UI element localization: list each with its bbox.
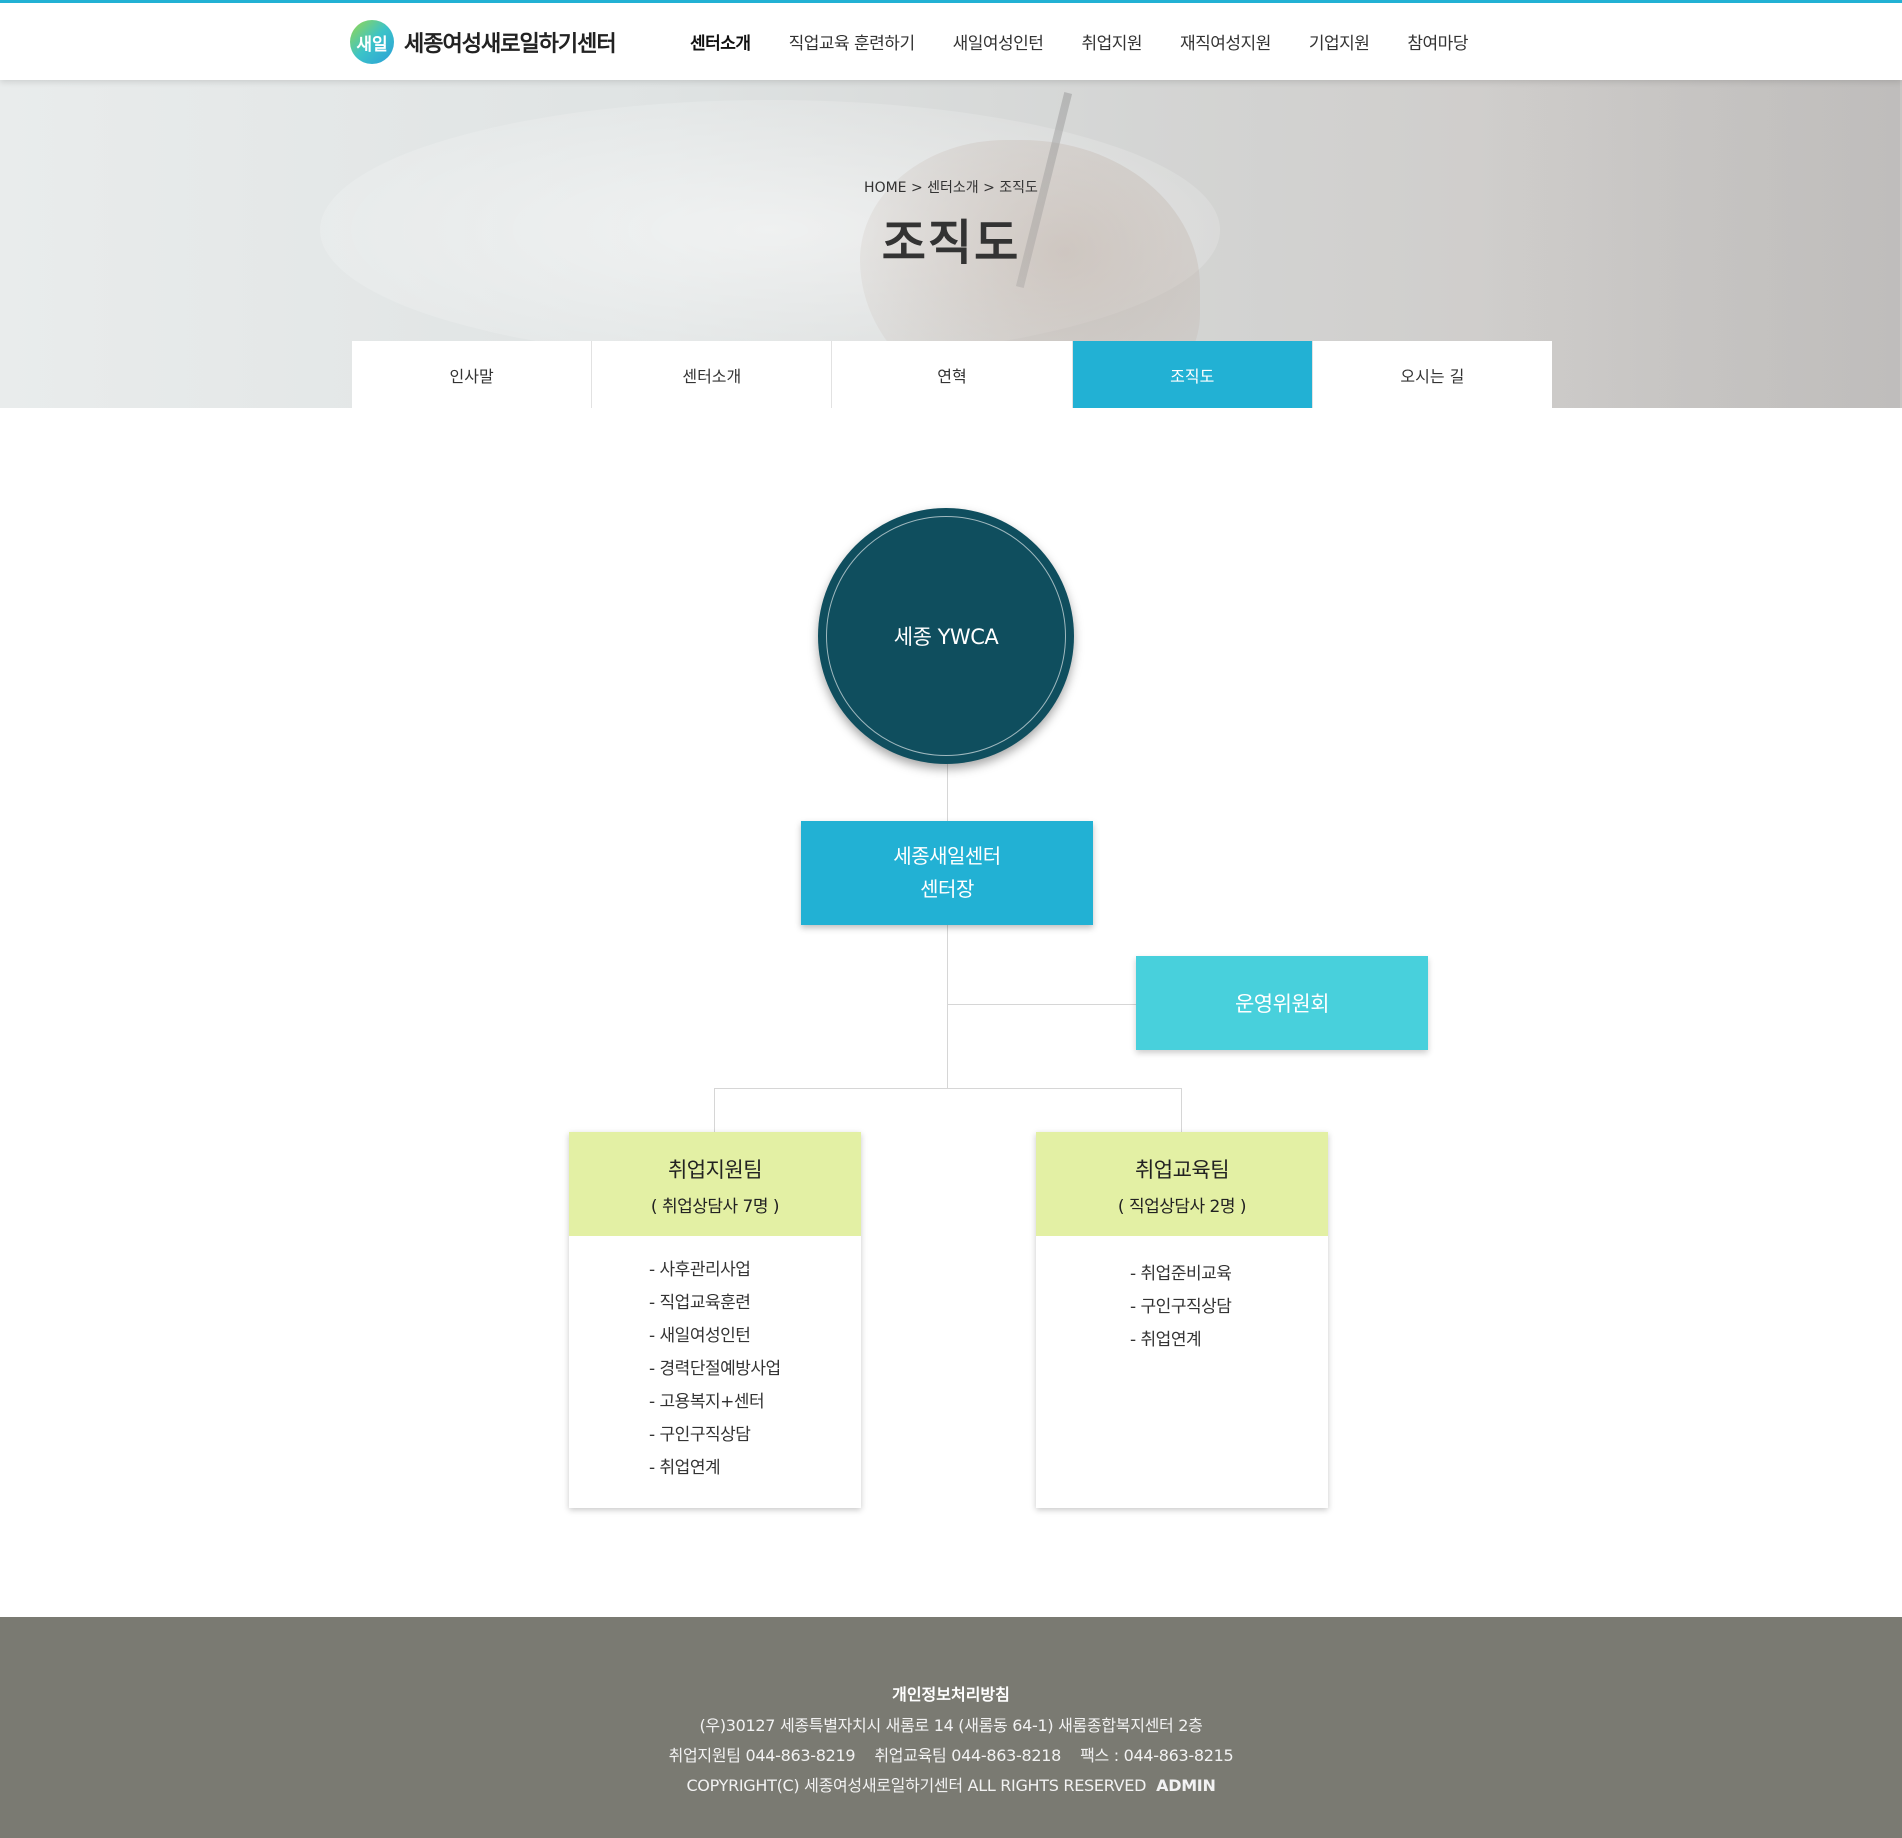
logo-text: 세종여성새로일하기센터 [404,32,617,57]
team-duty-list: - 취업준비교육 - 구인구직상담 - 취업연계 [1036,1236,1328,1357]
connector-director-trunk [947,925,948,1089]
list-item: - 경력단절예방사업 [649,1359,781,1379]
org-node-director: 세종새일센터 센터장 [801,821,1093,925]
org-node-committee: 운영위원회 [1136,956,1428,1050]
team-name: 취업지원팀 [667,1158,763,1182]
footer-address: (우)30127 세종특별자치시 새롬로 14 (새롬동 64-1) 새롬종합복… [699,1716,1203,1735]
connector-team-branch [714,1088,1182,1089]
connector-to-team-2 [1181,1088,1182,1132]
nav-item-employment-support[interactable]: 취업지원 [1081,29,1142,54]
footer-copyright: COPYRIGHT(C) 세종여성새로일하기센터 ALL RIGHTS RESE… [686,1776,1147,1795]
list-item: - 취업준비교육 [1130,1264,1232,1284]
org-node-ywca-label: 세종 YWCA [893,625,999,649]
site-header: 새일 세종여성새로일하기센터 센터소개 직업교육 훈련하기 새일여성인턴 취업지… [0,0,1902,80]
connector-to-committee [947,1004,1136,1005]
org-node-director-line1: 세종새일센터 [893,844,1001,868]
tab-history[interactable]: 연혁 [832,341,1073,408]
main-nav: 센터소개 직업교육 훈련하기 새일여성인턴 취업지원 재직여성지원 기업지원 참… [690,29,1506,54]
nav-item-community[interactable]: 참여마당 [1407,29,1468,54]
tab-org-chart[interactable]: 조직도 [1072,341,1313,408]
team-name: 취업교육팀 [1134,1158,1230,1182]
team-header: 취업지원팀 ( 취업상담사 7명 ) [569,1132,861,1236]
nav-item-company-support[interactable]: 기업지원 [1309,29,1370,54]
nav-item-job-training[interactable]: 직업교육 훈련하기 [789,29,916,54]
site-logo[interactable]: 새일 세종여성새로일하기센터 [350,20,617,64]
sub-tabs: 인사말 센터소개 연혁 조직도 오시는 길 [352,341,1553,408]
list-item: - 고용복지+센터 [649,1392,765,1412]
list-item: - 사후관리사업 [649,1260,751,1280]
list-item: - 취업연계 [1130,1330,1202,1350]
team-duty-list: - 사후관리사업 - 직업교육훈련 - 새일여성인턴 - 경력단절예방사업 - … [569,1236,861,1485]
breadcrumb: HOME > 센터소개 > 조직도 [864,180,1038,196]
org-node-employment-support-team: 취업지원팀 ( 취업상담사 7명 ) - 사후관리사업 - 직업교육훈련 - 새… [569,1132,861,1508]
connector-to-team-1 [714,1088,715,1132]
privacy-policy-link[interactable]: 개인정보처리방침 [0,1681,1902,1705]
site-footer: 개인정보처리방침 (우)30127 세종특별자치시 새롬로 14 (새롬동 64… [0,1617,1902,1838]
tab-greeting[interactable]: 인사말 [352,341,593,408]
logo-mark: 새일 [350,20,394,64]
footer-copyright-row: COPYRIGHT(C) 세종여성새로일하기센터 ALL RIGHTS RESE… [0,1772,1902,1796]
list-item: - 구인구직상담 [649,1425,751,1445]
nav-item-intern[interactable]: 새일여성인턴 [953,29,1044,54]
list-item: - 새일여성인턴 [649,1326,751,1346]
admin-link[interactable]: ADMIN [1156,1776,1216,1795]
org-node-employment-education-team: 취업교육팀 ( 직업상담사 2명 ) - 취업준비교육 - 구인구직상담 - 취… [1036,1132,1328,1508]
team-staff-count: ( 직업상담사 2명 ) [1117,1197,1247,1217]
tab-center-intro[interactable]: 센터소개 [592,341,833,408]
list-item: - 취업연계 [649,1458,721,1478]
team-staff-count: ( 취업상담사 7명 ) [650,1197,780,1217]
page-title: 조직도 [881,215,1021,271]
list-item: - 직업교육훈련 [649,1293,751,1313]
connector-top-to-director [947,764,948,821]
list-item: - 구인구직상담 [1130,1297,1232,1317]
nav-item-center-intro[interactable]: 센터소개 [690,29,751,54]
org-node-director-line2: 센터장 [920,877,974,901]
tab-directions[interactable]: 오시는 길 [1312,341,1553,408]
team-header: 취업교육팀 ( 직업상담사 2명 ) [1036,1132,1328,1236]
org-node-ywca: 세종 YWCA [818,508,1074,764]
nav-item-working-women[interactable]: 재직여성지원 [1180,29,1271,54]
footer-phones: 취업지원팀 044-863-8219 취업교육팀 044-863-8218 팩스… [668,1746,1234,1765]
